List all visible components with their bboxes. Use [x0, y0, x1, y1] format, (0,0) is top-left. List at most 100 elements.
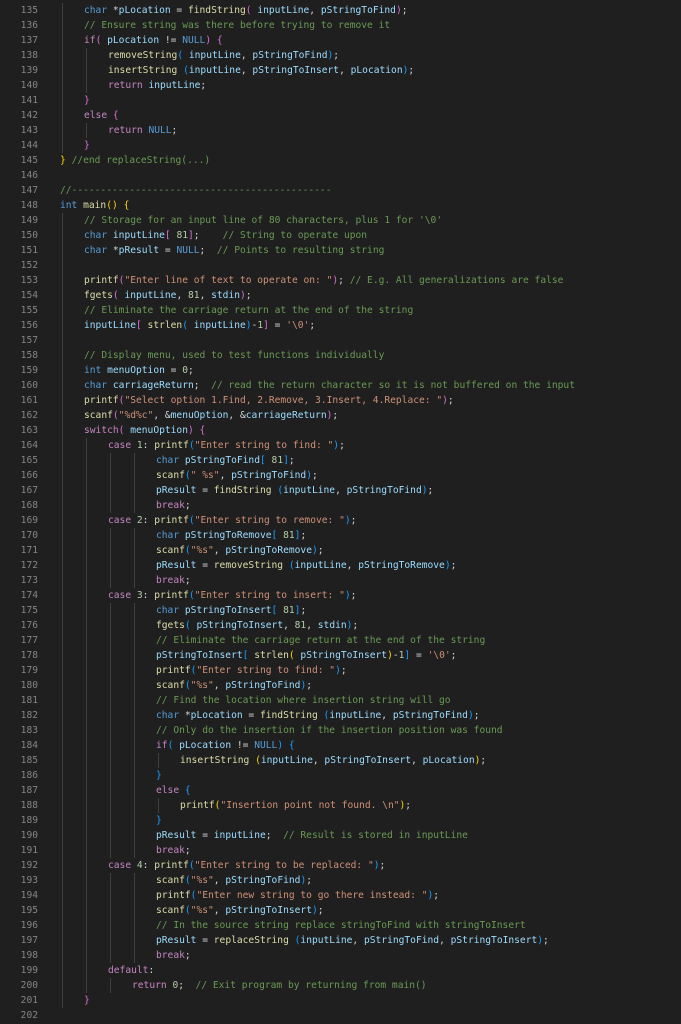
code-line[interactable]: scanf("%s", pStringToInsert);: [156, 903, 324, 918]
code-line[interactable]: // Display menu, used to test functions …: [84, 348, 384, 363]
code-line[interactable]: pStringToInsert[ strlen( pStringToInsert…: [156, 648, 456, 663]
code-line[interactable]: inputLine[ strlen( inputLine)-1] = '\0';: [84, 318, 315, 333]
code-token: (: [184, 620, 197, 631]
code-line[interactable]: case 1: printf("Enter string to find: ")…: [108, 438, 345, 453]
code-line[interactable]: // Eliminate the carriage return at the …: [84, 303, 413, 318]
code-token: default: [108, 965, 149, 976]
code-token: // Ensure string was there before trying…: [84, 20, 391, 31]
code-token: char: [156, 710, 185, 721]
code-line[interactable]: }: [156, 768, 162, 783]
code-token: 81: [294, 620, 307, 631]
code-line[interactable]: char carriageReturn; // read the return …: [84, 378, 575, 393]
code-line[interactable]: return NULL;: [108, 123, 177, 138]
code-line[interactable]: char inputLine[ 81]; // String to operat…: [84, 228, 367, 243]
code-line[interactable]: break;: [156, 843, 191, 858]
code-line[interactable]: fgets( inputLine, 81, stdin);: [84, 288, 252, 303]
code-token: "%s": [190, 905, 214, 916]
code-line[interactable]: scanf("%s", pStringToRemove);: [156, 543, 324, 558]
code-line[interactable]: return inputLine;: [108, 78, 206, 93]
code-token: inputLine: [329, 710, 382, 721]
code-line[interactable]: pResult = replaceString (inputLine, pStr…: [156, 933, 549, 948]
code-token: // Exit program by returning from main(): [195, 980, 427, 991]
code-line[interactable]: }: [84, 93, 90, 108]
code-line[interactable]: char *pResult = NULL; // Points to resul…: [84, 243, 384, 258]
code-line[interactable]: pResult = inputLine; // Result is stored…: [156, 828, 468, 843]
code-line[interactable]: }: [84, 993, 90, 1008]
code-token: ;: [379, 860, 386, 871]
code-line[interactable]: // In the source string replace stringTo…: [156, 918, 526, 933]
code-line[interactable]: } //end replaceString(...): [60, 153, 210, 168]
code-line[interactable]: else {: [156, 783, 191, 798]
code-line[interactable]: printf("Enter line of text to operate on…: [84, 273, 563, 288]
code-editor[interactable]: 135 136 137 138 139 140 141 142 143 144 145 146 147 1…: [0, 0, 681, 1024]
line-number: 135: [20, 5, 38, 16]
code-line[interactable]: }: [84, 138, 90, 153]
line-number: 182: [20, 710, 38, 721]
code-token: "Enter new string to go there instead: ": [196, 890, 428, 901]
code-line[interactable]: char pStringToFind[ 81];: [156, 453, 295, 468]
code-line[interactable]: insertString (inputLine, pStringToInsert…: [180, 753, 486, 768]
code-line[interactable]: break;: [156, 498, 191, 513]
code-line[interactable]: break;: [156, 948, 191, 963]
line-number: 174: [20, 590, 38, 601]
code-token: {: [184, 785, 191, 796]
code-line[interactable]: // Storage for an input line of 80 chara…: [84, 213, 442, 228]
code-line[interactable]: if( pLocation != NULL) {: [84, 33, 223, 48]
code-token: "%s": [190, 680, 214, 691]
code-token: }: [156, 815, 162, 826]
code-token: inputLine: [188, 65, 241, 76]
line-number: 170: [20, 530, 38, 541]
code-line[interactable]: pResult = findString (inputLine, pString…: [156, 483, 433, 498]
code-token: ;: [480, 755, 487, 766]
code-line[interactable]: // Only do the insertion if the insertio…: [156, 723, 503, 738]
code-line[interactable]: int menuOption = 0;: [84, 363, 194, 378]
code-line[interactable]: }: [156, 813, 162, 828]
code-line[interactable]: default:: [108, 963, 154, 978]
code-line[interactable]: char pStringToInsert[ 81];: [156, 603, 306, 618]
code-line[interactable]: removeString( inputLine, pStringToFind);: [108, 48, 339, 63]
code-token: ;: [300, 605, 307, 616]
code-line[interactable]: else {: [84, 108, 119, 123]
line-number: 148: [20, 200, 38, 211]
code-line[interactable]: char pStringToRemove[ 81];: [156, 528, 306, 543]
code-line[interactable]: fgets( pStringToInsert, 81, stdin);: [156, 618, 358, 633]
code-token: inputLine: [257, 5, 310, 16]
code-line[interactable]: break;: [156, 573, 191, 588]
code-line[interactable]: case 2: printf("Enter string to remove: …: [108, 513, 356, 528]
code-line[interactable]: return 0; // Exit program by returning f…: [132, 978, 427, 993]
code-line[interactable]: printf("Enter string to find: ");: [156, 663, 347, 678]
code-line[interactable]: switch( menuOption) {: [84, 423, 205, 438]
code-line[interactable]: // Eliminate the carriage return at the …: [156, 633, 485, 648]
code-line[interactable]: printf("Insertion point not found. \n");: [180, 798, 411, 813]
code-line[interactable]: printf("Select option 1.Find, 2.Remove, …: [84, 393, 454, 408]
code-line[interactable]: // Ensure string was there before trying…: [84, 18, 390, 33]
code-line[interactable]: // Find the location where insertion str…: [156, 693, 451, 708]
line-number: 153: [20, 275, 38, 286]
code-line[interactable]: if( pLocation != NULL) {: [156, 738, 295, 753]
code-token: "%s": [190, 875, 214, 886]
code-line[interactable]: char *pLocation = findString (inputLine,…: [156, 708, 480, 723]
code-token: pResult: [156, 935, 197, 946]
code-token: ;: [338, 275, 350, 286]
code-line[interactable]: printf("Enter new string to go there ins…: [156, 888, 439, 903]
code-line[interactable]: scanf("%s", pStringToFind);: [156, 873, 312, 888]
code-line[interactable]: scanf("%d%c", &menuOption, &carriageRetu…: [84, 408, 338, 423]
code-token: ,: [213, 545, 226, 556]
code-line[interactable]: pResult = removeString (inputLine, pStri…: [156, 558, 456, 573]
code-line[interactable]: case 4: printf("Enter string to be repla…: [108, 858, 385, 873]
code-token: strlen: [147, 320, 183, 331]
code-token: ,: [346, 560, 359, 571]
code-line[interactable]: insertString (inputLine, pStringToInsert…: [108, 63, 414, 78]
code-line[interactable]: scanf("%s", pStringToFind);: [156, 678, 312, 693]
code-line[interactable]: scanf(" %s", pStringToFind);: [156, 468, 318, 483]
code-token: // Only do the insertion if the insertio…: [156, 725, 503, 736]
line-number: 146: [20, 170, 38, 181]
code-token: , &: [228, 410, 246, 421]
code-line[interactable]: //--------------------------------------…: [60, 183, 331, 198]
code-line[interactable]: char *pLocation = findString( inputLine,…: [84, 3, 408, 18]
code-token: ,: [335, 485, 347, 496]
code-token: "Enter string to remove: ": [194, 515, 345, 526]
code-area[interactable]: char *pLocation = findString( inputLine,…: [60, 0, 681, 1024]
code-line[interactable]: int main() {: [60, 198, 129, 213]
code-line[interactable]: case 3: printf("Enter string to insert: …: [108, 588, 356, 603]
